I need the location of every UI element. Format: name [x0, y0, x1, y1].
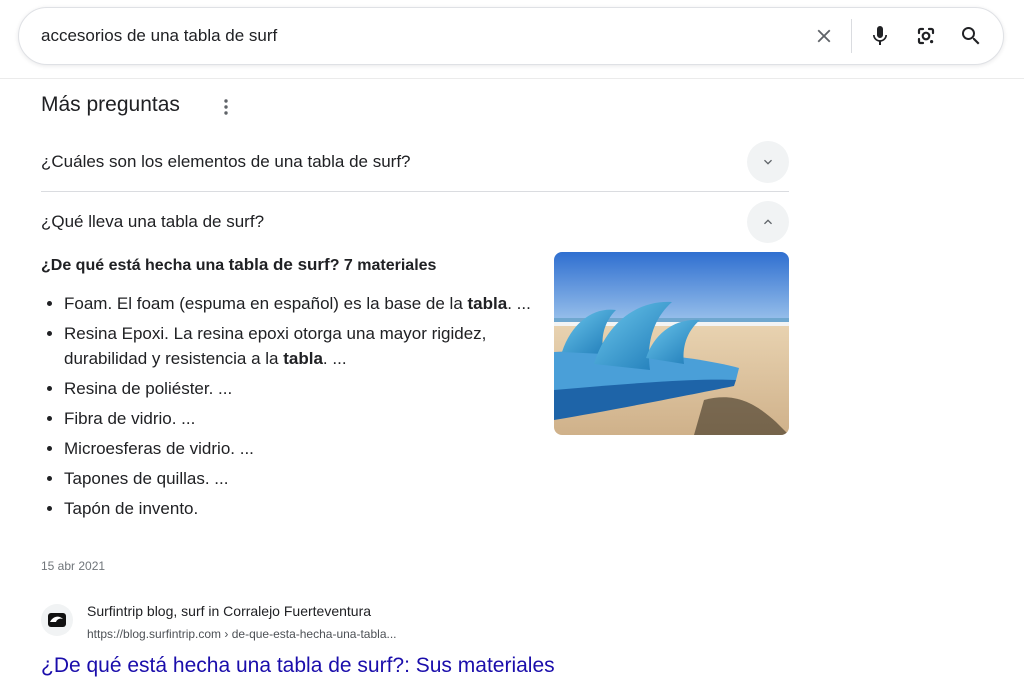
header-divider: [0, 78, 1024, 79]
chevron-down-icon[interactable]: [747, 141, 789, 183]
answer-thumbnail[interactable]: [554, 252, 789, 435]
list-item: Resina de poliéster. ...: [64, 376, 554, 401]
google-lens-icon[interactable]: [912, 22, 940, 50]
search-icon[interactable]: [957, 22, 985, 50]
list-item: Microesferas de vidrio. ...: [64, 436, 554, 461]
answer-date: 15 abr 2021: [41, 559, 106, 573]
question-row-2[interactable]: ¿Qué lleva una tabla de surf?: [41, 198, 789, 248]
question-divider: [41, 191, 789, 192]
source-url[interactable]: https://blog.surfintrip.com › de-que-est…: [87, 627, 397, 641]
list-item: Tapones de quillas. ...: [64, 466, 554, 491]
search-bar-divider: [851, 19, 852, 53]
surfintrip-wave-logo[interactable]: [41, 604, 73, 636]
chevron-up-icon[interactable]: [747, 201, 789, 243]
source-site-name[interactable]: Surfintrip blog, surf in Corralejo Fuert…: [87, 603, 371, 619]
answer-heading-part: ? 7 materiales: [329, 257, 437, 274]
answer-heading-highlight: tabla de surf: [228, 255, 330, 274]
microphone-icon[interactable]: [866, 22, 894, 50]
list-item: Tapón de invento.: [64, 496, 554, 521]
list-item: Foam. El foam (espuma en español) es la …: [64, 291, 554, 316]
more-vert-icon[interactable]: [216, 96, 236, 118]
question-text: ¿Cuáles son los elementos de una tabla d…: [41, 152, 411, 171]
surfboard-fins-photo: [554, 252, 789, 435]
list-item: Fibra de vidrio. ...: [64, 406, 554, 431]
answer-heading: ¿De qué está hecha una tabla de surf? 7 …: [41, 255, 436, 275]
question-row-1[interactable]: ¿Cuáles son los elementos de una tabla d…: [41, 138, 789, 188]
section-title: Más preguntas: [41, 93, 180, 116]
close-icon[interactable]: [810, 22, 838, 50]
result-title-link[interactable]: ¿De qué está hecha una tabla de surf?: S…: [41, 654, 555, 678]
question-text: ¿Qué lleva una tabla de surf?: [41, 212, 265, 231]
search-bar: [18, 7, 1004, 65]
search-input[interactable]: [41, 8, 781, 64]
list-item: Resina Epoxi. La resina epoxi otorga una…: [64, 321, 554, 371]
answer-list: Foam. El foam (espuma en español) es la …: [41, 291, 554, 526]
answer-heading-part: ¿De qué está hecha una: [41, 257, 229, 274]
